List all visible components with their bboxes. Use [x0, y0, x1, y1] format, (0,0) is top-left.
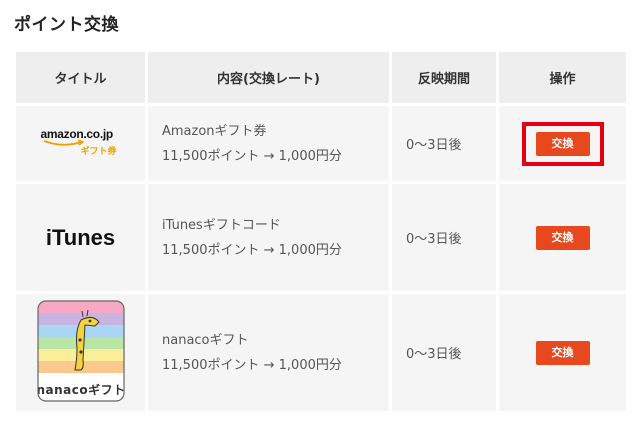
exchange-table: タイトル 内容(交換レート) 反映期間 操作 amazon.co.jp ギフト券…	[16, 52, 626, 414]
amazon-gift-label: ギフト券	[80, 146, 117, 157]
action-cell: 交換	[499, 184, 626, 294]
exchange-rate: 11,500ポイント → 1,000円分	[162, 148, 342, 164]
days-cell: 0～3日後	[392, 294, 499, 414]
content-cell: Amazonギフト券 11,500ポイント → 1,000円分	[148, 106, 392, 184]
page-title: ポイント交換	[14, 15, 119, 35]
content-cell: nanacoギフト 11,500ポイント → 1,000円分	[148, 294, 392, 414]
amazon-logo-text: amazon.co.jp	[40, 126, 114, 141]
header-content: 内容(交換レート)	[148, 52, 392, 106]
exchange-button-itunes[interactable]: 交換	[535, 225, 590, 250]
exchange-button-nanaco[interactable]: 交換	[535, 340, 590, 365]
table-row: nanacoギフト nanacoギフト 11,500ポイント → 1,000円分…	[16, 294, 626, 414]
days-cell: 0～3日後	[392, 184, 499, 294]
item-name: Amazonギフト券	[162, 123, 267, 139]
table-header-row: タイトル 内容(交換レート) 反映期間 操作	[16, 52, 626, 106]
content-cell: iTunesギフトコード 11,500ポイント → 1,000円分	[148, 184, 392, 294]
action-cell: 交換	[499, 294, 626, 414]
table-row: amazon.co.jp ギフト券 Amazonギフト券 11,500ポイント …	[16, 106, 626, 184]
nanaco-logo-cell: nanacoギフト	[16, 294, 148, 414]
nanaco-logo-text: nanacoギフト	[37, 382, 125, 397]
nanaco-giraffe-icon: nanacoギフト	[36, 299, 125, 402]
exchange-rate: 11,500ポイント → 1,000円分	[162, 357, 342, 373]
exchange-rate: 11,500ポイント → 1,000円分	[162, 242, 342, 258]
days-cell: 0～3日後	[392, 106, 499, 184]
table-row: iTunes iTunesギフトコード 11,500ポイント → 1,000円分…	[16, 184, 626, 294]
exchange-button-amazon[interactable]: 交換	[535, 131, 590, 156]
header-title: タイトル	[16, 52, 148, 106]
highlight-box: 交換	[521, 121, 604, 166]
item-name: nanacoギフト	[162, 332, 249, 348]
itunes-logo: iTunes	[45, 224, 116, 250]
itunes-logo-cell: iTunes	[16, 184, 148, 294]
amazon-logo-cell: amazon.co.jp ギフト券	[16, 106, 148, 184]
item-name: iTunesギフトコード	[162, 217, 281, 233]
nanaco-giraffe-logo: nanacoギフト	[36, 299, 125, 406]
header-days: 反映期間	[392, 52, 499, 106]
amazon-logo: amazon.co.jp ギフト券	[41, 127, 121, 161]
header-action: 操作	[499, 52, 626, 106]
action-cell: 交換	[499, 106, 626, 184]
